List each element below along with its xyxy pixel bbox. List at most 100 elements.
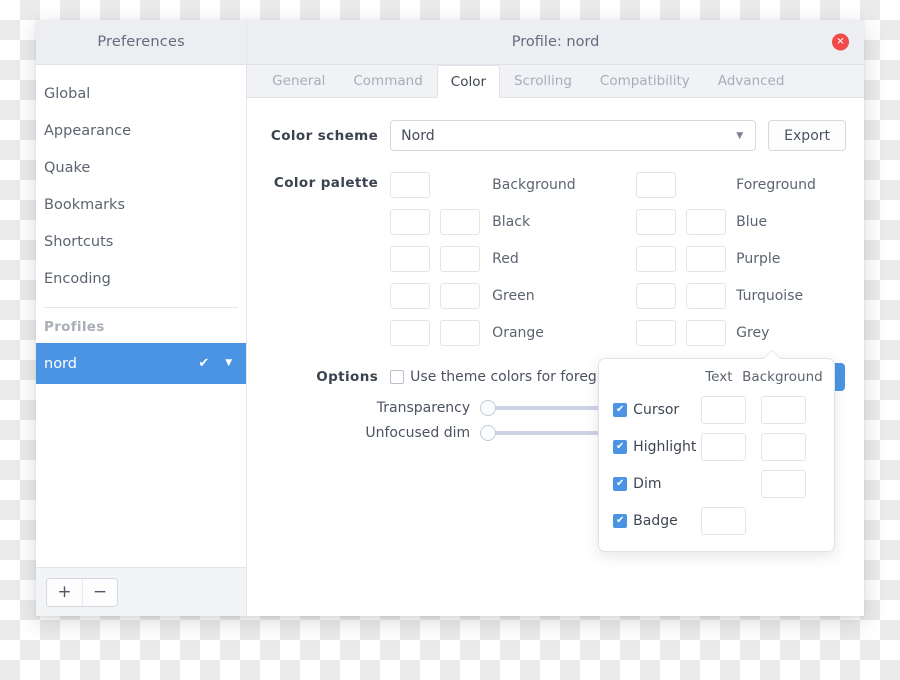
sidebar-item-label: Appearance xyxy=(44,122,132,139)
palette-label-foreground: Foreground xyxy=(736,176,816,193)
swatch-grey-normal[interactable] xyxy=(636,319,677,346)
remove-profile-button[interactable]: − xyxy=(82,578,117,606)
palette-label-blue: Blue xyxy=(736,213,768,230)
sidebar-item-shortcuts[interactable]: Shortcuts xyxy=(36,223,246,260)
color-scheme-label: Color scheme xyxy=(270,127,379,144)
color-scheme-select[interactable]: Nord ▼ xyxy=(390,120,757,151)
page-title: Profile: nord xyxy=(511,34,600,50)
cursor-checkbox[interactable]: ✔ xyxy=(613,402,628,417)
sidebar: Preferences Global Appearance Quake Book… xyxy=(36,20,248,616)
palette-label-black: Black xyxy=(492,213,531,230)
cursor-row-label: ✔ Cursor xyxy=(613,402,699,418)
badge-checkbox[interactable]: ✔ xyxy=(613,513,628,528)
sidebar-item-label: Bookmarks xyxy=(44,196,126,213)
use-theme-colors-checkbox[interactable] xyxy=(390,370,405,384)
chevron-down-icon[interactable]: ▼ xyxy=(225,359,232,368)
dim-row-label: ✔ Dim xyxy=(613,476,699,492)
tab-scrolling[interactable]: Scrolling xyxy=(500,64,586,97)
titlebar: Profile: nord ✕ xyxy=(247,20,864,65)
highlight-label: Highlight xyxy=(633,438,697,455)
swatch-dim-background[interactable] xyxy=(761,469,807,498)
swatch-green-normal[interactable] xyxy=(390,282,431,309)
dim-label: Dim xyxy=(633,475,662,492)
tab-command[interactable]: Command xyxy=(339,64,436,97)
palette-label-background: Background xyxy=(492,176,576,193)
swatch-background-normal[interactable] xyxy=(390,171,431,198)
slider-knob[interactable] xyxy=(480,425,497,441)
highlight-checkbox[interactable]: ✔ xyxy=(613,439,628,454)
palette-row-black: Black xyxy=(390,203,588,240)
palette-label-turquoise: Turquoise xyxy=(736,287,804,304)
popup-column-text: Text xyxy=(705,369,733,385)
swatch-black-bright[interactable] xyxy=(440,208,481,235)
swatch-purple-normal[interactable] xyxy=(636,245,677,272)
swatch-cursor-text[interactable] xyxy=(700,395,746,424)
swatch-foreground-bright-placeholder xyxy=(686,172,726,198)
palette-right-column: Foreground Blue Purple Turquoise Grey xyxy=(636,166,832,351)
sidebar-title: Preferences xyxy=(36,20,247,65)
sidebar-item-bookmarks[interactable]: Bookmarks xyxy=(36,186,246,223)
swatch-badge-text[interactable] xyxy=(700,506,746,535)
swatch-cursor-background[interactable] xyxy=(761,395,807,424)
tab-compatibility[interactable]: Compatibility xyxy=(586,64,704,97)
swatch-purple-bright[interactable] xyxy=(686,245,727,272)
swatch-red-bright[interactable] xyxy=(440,245,481,272)
swatch-foreground-normal[interactable] xyxy=(636,171,677,198)
popup-row-dim: ✔ Dim xyxy=(613,465,820,502)
advanced-popup: Text Background ✔ Cursor ✔ Highlight ✔ D… xyxy=(598,350,836,552)
sidebar-item-appearance[interactable]: Appearance xyxy=(36,112,246,149)
tab-advanced[interactable]: Advanced xyxy=(704,64,799,97)
sidebar-item-label: Shortcuts xyxy=(44,233,114,250)
popup-row-highlight: ✔ Highlight xyxy=(613,428,820,465)
palette-label-orange: Orange xyxy=(492,324,544,341)
color-scheme-row: Color scheme Nord ▼ Export xyxy=(265,120,846,151)
add-profile-button[interactable]: + xyxy=(47,578,82,606)
popup-row-cursor: ✔ Cursor xyxy=(613,391,820,428)
color-palette-label: Color palette xyxy=(273,175,379,191)
palette-row-grey: Grey xyxy=(636,314,832,351)
highlight-row-label: ✔ Highlight xyxy=(613,439,699,455)
color-palette-row: Color palette Background Black Red Green… xyxy=(265,166,846,351)
swatch-orange-normal[interactable] xyxy=(390,319,431,346)
palette-row-green: Green xyxy=(390,277,588,314)
popup-row-badge: ✔ Badge xyxy=(613,502,820,539)
palette-row-red: Red xyxy=(390,240,588,277)
highlight-bg-cell xyxy=(747,432,820,461)
check-icon[interactable]: ✔ xyxy=(198,357,209,370)
sidebar-item-global[interactable]: Global xyxy=(36,75,246,112)
sidebar-item-label: Encoding xyxy=(44,270,111,287)
swatch-black-normal[interactable] xyxy=(390,208,431,235)
badge-text-cell xyxy=(699,506,747,535)
slider-knob[interactable] xyxy=(480,400,497,416)
color-scheme-value: Nord xyxy=(401,127,435,144)
export-button[interactable]: Export xyxy=(768,120,846,151)
palette-label-green: Green xyxy=(492,287,535,304)
palette-left-column: Background Black Red Green Orange xyxy=(390,166,588,351)
tab-bar: General Command Color Scrolling Compatib… xyxy=(247,65,864,98)
dim-checkbox[interactable]: ✔ xyxy=(613,476,628,491)
palette-row-blue: Blue xyxy=(636,203,832,240)
dim-bg-cell xyxy=(747,469,820,498)
sidebar-footer: + − xyxy=(36,567,247,616)
swatch-turquoise-normal[interactable] xyxy=(636,282,677,309)
sidebar-list: Global Appearance Quake Bookmarks Shortc… xyxy=(36,65,247,567)
tab-general[interactable]: General xyxy=(258,64,339,97)
swatch-green-bright[interactable] xyxy=(440,282,481,309)
swatch-turquoise-bright[interactable] xyxy=(686,282,727,309)
swatch-orange-bright[interactable] xyxy=(440,319,481,346)
swatch-red-normal[interactable] xyxy=(390,245,431,272)
swatch-blue-normal[interactable] xyxy=(636,208,677,235)
sidebar-item-encoding[interactable]: Encoding xyxy=(36,260,246,297)
sidebar-item-quake[interactable]: Quake xyxy=(36,149,246,186)
swatch-highlight-text[interactable] xyxy=(700,432,746,461)
badge-row-label: ✔ Badge xyxy=(613,513,699,529)
swatch-grey-bright[interactable] xyxy=(686,319,727,346)
swatch-blue-bright[interactable] xyxy=(686,208,727,235)
swatch-highlight-background[interactable] xyxy=(761,432,807,461)
palette-row-background: Background xyxy=(390,166,588,203)
close-icon[interactable]: ✕ xyxy=(832,33,849,51)
profile-item-nord[interactable]: nord ✔ ▼ xyxy=(36,343,247,384)
content-pane: Profile: nord ✕ General Command Color Sc… xyxy=(247,20,864,616)
popup-header: Text Background xyxy=(613,369,823,385)
tab-color[interactable]: Color xyxy=(436,65,501,98)
